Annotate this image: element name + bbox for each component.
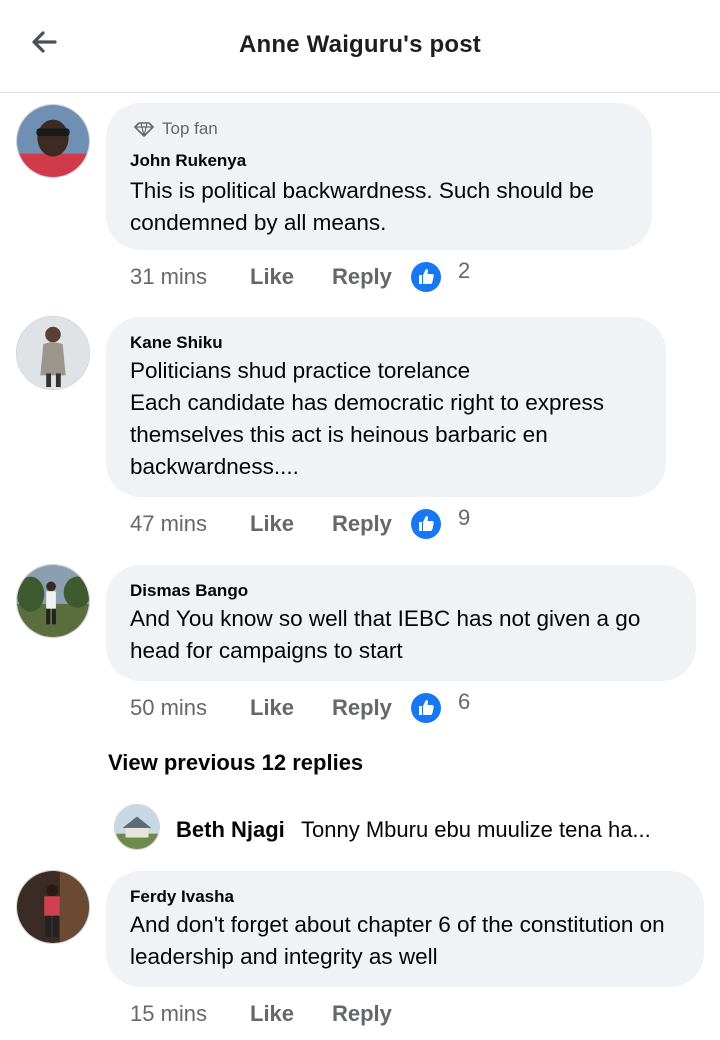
comment-actions: 50 mins Like Reply 6	[130, 689, 530, 729]
avatar[interactable]	[16, 870, 90, 944]
reply-button[interactable]: Reply	[332, 511, 392, 537]
like-button[interactable]: Like	[250, 511, 294, 537]
like-reaction-icon[interactable]	[410, 508, 442, 540]
view-previous-replies-link[interactable]: View previous 12 replies	[108, 750, 363, 776]
person-avatar-icon	[17, 317, 89, 389]
like-button[interactable]: Like	[250, 695, 294, 721]
top-fan-badge: Top fan	[134, 119, 218, 139]
comment-text: And don't forget about chapter 6 of the …	[130, 912, 665, 969]
avatar[interactable]	[114, 804, 160, 850]
like-reaction-icon[interactable]	[410, 261, 442, 293]
avatar[interactable]	[16, 104, 90, 178]
comment-actions: 15 mins Like Reply	[130, 1001, 430, 1035]
comment-text: And You know so well that IEBC has not g…	[130, 606, 641, 663]
reply-text: Tonny Mburu ebu muulize tena ha...	[301, 817, 651, 842]
comment-bubble: Kane Shiku Politicians shud practice tor…	[106, 317, 666, 497]
reaction-count[interactable]: 9	[458, 505, 470, 531]
reply-author[interactable]: Beth Njagi	[176, 817, 285, 843]
comment-text: Politicians shud practice torelance Each…	[130, 358, 605, 479]
reply-preview[interactable]: Beth Njagi Tonny Mburu ebu muulize tena …	[114, 804, 704, 850]
comment-author[interactable]: Kane Shiku	[130, 333, 223, 353]
reply-button[interactable]: Reply	[332, 1001, 392, 1027]
comment-bubble: Ferdy Ivasha And don't forget about chap…	[106, 871, 704, 987]
page-title: Anne Waiguru's post	[239, 31, 481, 58]
top-bar: Anne Waiguru's post	[0, 0, 720, 93]
like-button[interactable]: Like	[250, 264, 294, 290]
comment-author[interactable]: Dismas Bango	[130, 581, 248, 601]
person-avatar-icon	[17, 565, 89, 637]
reply-button[interactable]: Reply	[332, 264, 392, 290]
reaction-count[interactable]: 2	[458, 258, 470, 284]
comment-author[interactable]: John Rukenya	[130, 151, 246, 171]
comment-author[interactable]: Ferdy Ivasha	[130, 887, 234, 907]
diamond-icon	[134, 122, 154, 137]
person-avatar-icon	[17, 871, 89, 943]
comment-bubble: Dismas Bango And You know so well that I…	[106, 565, 696, 681]
reply-button[interactable]: Reply	[332, 695, 392, 721]
comment-actions: 31 mins Like Reply 2	[130, 258, 530, 298]
house-avatar-icon	[115, 805, 159, 849]
person-avatar-icon	[17, 105, 89, 177]
comment-time: 31 mins	[130, 264, 208, 289]
like-reaction-icon[interactable]	[410, 692, 442, 724]
comment-text: This is political backwardness. Such sho…	[130, 178, 594, 235]
comment-bubble: Top fan John Rukenya This is political b…	[106, 103, 652, 250]
comment-time: 47 mins	[130, 511, 208, 536]
comment-time: 15 mins	[130, 1001, 208, 1026]
avatar[interactable]	[16, 316, 90, 390]
comment-time: 50 mins	[130, 695, 208, 720]
comment-actions: 47 mins Like Reply 9	[130, 505, 530, 545]
badge-label: Top fan	[162, 119, 218, 138]
like-button[interactable]: Like	[250, 1001, 294, 1027]
reaction-count[interactable]: 6	[458, 689, 470, 715]
avatar[interactable]	[16, 564, 90, 638]
